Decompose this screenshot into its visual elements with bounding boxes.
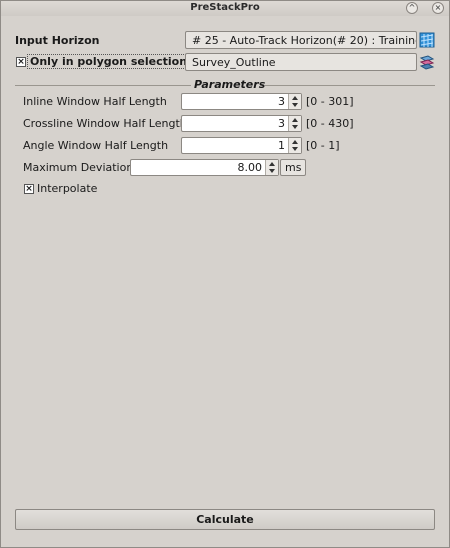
spin-up-icon[interactable] <box>292 118 298 122</box>
inline-label: Inline Window Half Length <box>23 95 167 108</box>
window-title: PreStackPro <box>190 2 260 13</box>
max-deviation-unit[interactable]: ms <box>280 159 307 176</box>
calculate-button[interactable]: Calculate <box>15 509 435 530</box>
spin-up-icon[interactable] <box>269 162 275 166</box>
max-deviation-spin-arrows[interactable] <box>265 160 278 175</box>
angle-range: [0 - 1] <box>306 139 340 152</box>
crossline-value: 3 <box>278 117 285 130</box>
max-deviation-spinbox[interactable]: 8.00 <box>130 159 279 176</box>
horizon-grid-icon[interactable] <box>419 32 435 48</box>
group-line-right <box>265 85 435 86</box>
titlebar: PreStackPro ^ × <box>1 1 449 16</box>
max-deviation-label: Maximum Deviation <box>23 161 134 174</box>
angle-spin-arrows[interactable] <box>288 138 301 153</box>
angle-value: 1 <box>278 139 285 152</box>
spin-up-icon[interactable] <box>292 96 298 100</box>
crossline-label: Crossline Window Half Length <box>23 117 187 130</box>
inline-value: 3 <box>278 95 285 108</box>
spin-down-icon[interactable] <box>292 103 298 107</box>
interpolate-checkbox[interactable]: × <box>24 184 34 194</box>
close-button[interactable]: × <box>432 2 444 14</box>
inline-spin-arrows[interactable] <box>288 94 301 109</box>
close-icon: × <box>434 3 442 12</box>
spin-down-icon[interactable] <box>269 169 275 173</box>
inline-spinbox[interactable]: 3 <box>181 93 302 110</box>
inline-range: [0 - 301] <box>306 95 354 108</box>
crossline-range: [0 - 430] <box>306 117 354 130</box>
max-deviation-value: 8.00 <box>237 161 263 174</box>
spin-down-icon[interactable] <box>292 125 298 129</box>
polygon-checkbox[interactable]: × <box>16 57 26 67</box>
chevron-up-icon: ^ <box>408 3 416 12</box>
input-horizon-label: Input Horizon <box>15 34 100 47</box>
group-line-left <box>15 85 191 86</box>
angle-label: Angle Window Half Length <box>23 139 169 152</box>
crossline-spinbox[interactable]: 3 <box>181 115 302 132</box>
polygon-checkbox-label[interactable]: Only in polygon selection <box>27 54 191 69</box>
minimize-button[interactable]: ^ <box>406 2 418 14</box>
interpolate-label[interactable]: Interpolate <box>37 182 97 195</box>
spin-up-icon[interactable] <box>292 140 298 144</box>
input-horizon-combo[interactable]: # 25 - Auto-Track Horizon(# 20) : Traini… <box>185 31 417 49</box>
parameters-group-title: Parameters <box>194 78 266 91</box>
main-window: PreStackPro ^ × Input Horizon # 25 - Aut… <box>0 0 450 548</box>
spin-down-icon[interactable] <box>292 147 298 151</box>
polygon-combo[interactable]: Survey_Outline <box>185 53 417 71</box>
polygon-layers-icon[interactable] <box>419 54 435 70</box>
crossline-spin-arrows[interactable] <box>288 116 301 131</box>
angle-spinbox[interactable]: 1 <box>181 137 302 154</box>
